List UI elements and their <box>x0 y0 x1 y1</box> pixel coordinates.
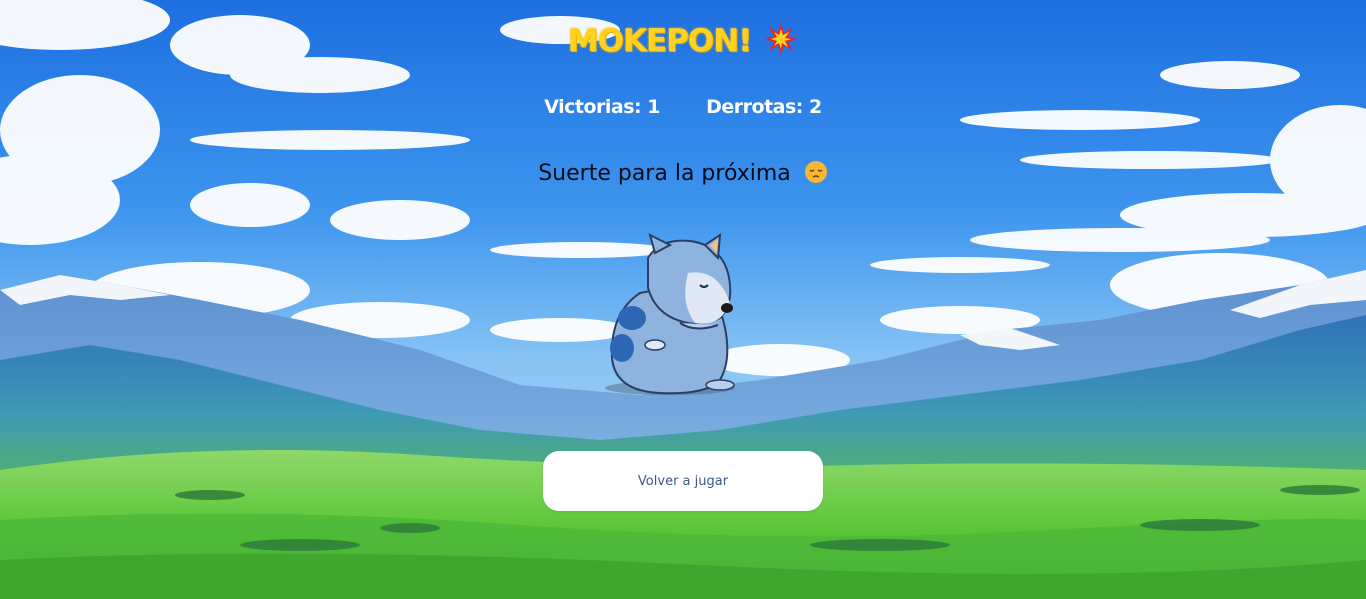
mokepon-mascot <box>605 233 735 395</box>
pensive-face-icon <box>804 160 828 190</box>
game-header: MOKEPON! <box>0 22 1366 60</box>
replay-button[interactable]: Volver a jugar <box>543 451 823 511</box>
result-message: Suerte para la próxima <box>538 161 791 186</box>
scoreboard: Victorias: 1 Derrotas: 2 <box>0 96 1366 118</box>
result-message-row: Suerte para la próxima <box>0 160 1366 190</box>
losses-counter: Derrotas: 2 <box>706 96 822 118</box>
explosion-icon <box>764 22 798 60</box>
game-title: MOKEPON! <box>567 23 753 59</box>
wins-counter: Victorias: 1 <box>544 96 660 118</box>
